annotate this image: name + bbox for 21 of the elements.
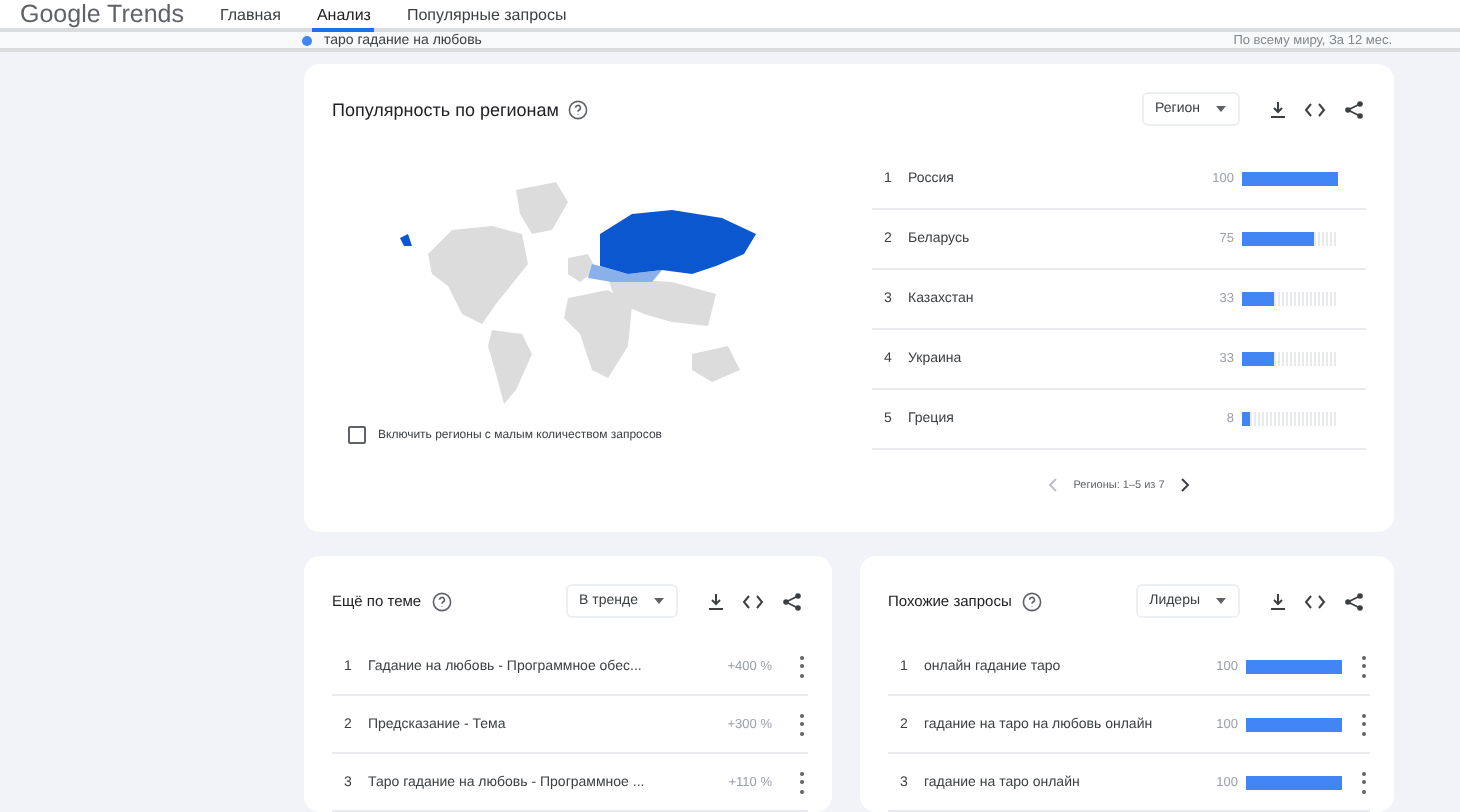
more-icon[interactable] (796, 771, 808, 793)
more-icon[interactable] (796, 655, 808, 677)
card-title: Популярность по регионам (332, 99, 559, 119)
help-icon[interactable] (431, 591, 452, 611)
share-icon[interactable] (778, 588, 804, 614)
caret-icon (654, 598, 664, 604)
more-icon[interactable] (1358, 771, 1370, 793)
logo[interactable]: Google Trends (20, 0, 188, 28)
nav-tab[interactable]: Главная (216, 0, 285, 32)
caret-icon (1216, 106, 1226, 112)
more-icon[interactable] (1358, 713, 1370, 735)
nav-tab[interactable]: Популярные запросы (402, 0, 571, 32)
caret-icon (1216, 598, 1226, 604)
checkbox[interactable] (348, 426, 366, 444)
help-icon[interactable] (1021, 591, 1042, 611)
share-icon[interactable] (1340, 96, 1366, 122)
help-icon[interactable] (568, 99, 589, 119)
more-icon[interactable] (1358, 655, 1370, 677)
share-icon[interactable] (1340, 588, 1366, 614)
chevron-right-icon[interactable] (1180, 478, 1191, 492)
more-icon[interactable] (796, 713, 808, 735)
